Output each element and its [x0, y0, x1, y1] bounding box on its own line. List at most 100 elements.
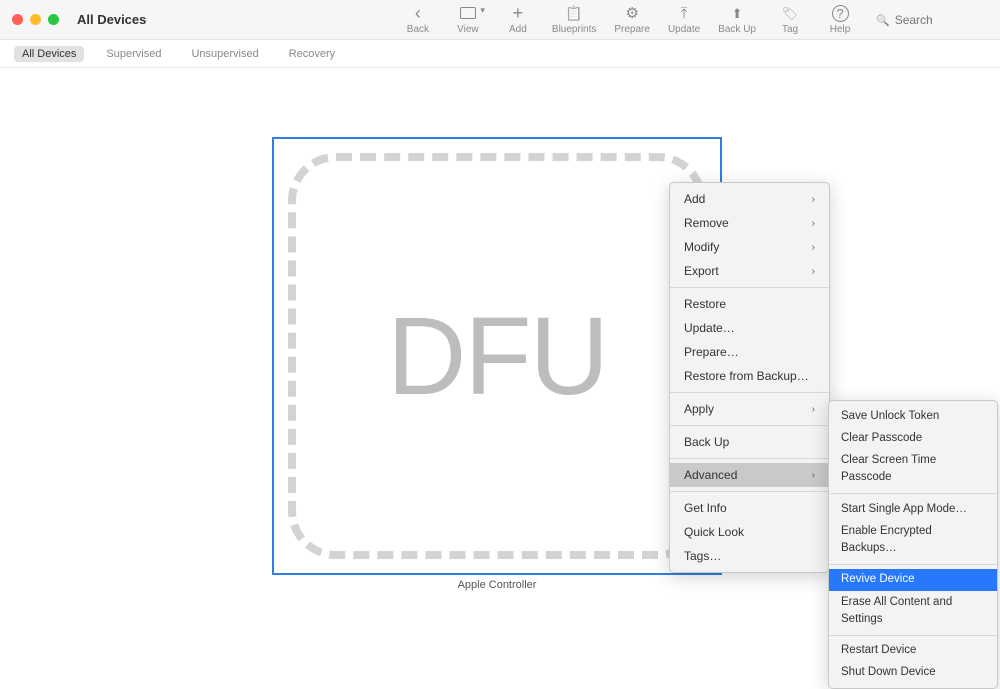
menu-get-info[interactable]: Get Info: [670, 496, 829, 520]
submenu-save-unlock-label: Save Unlock Token: [841, 408, 939, 425]
menu-restore-backup-label: Restore from Backup…: [684, 367, 809, 385]
view-label: View: [457, 24, 479, 35]
submenu-single-app[interactable]: Start Single App Mode…: [829, 498, 997, 520]
backup-button[interactable]: Back Up: [712, 3, 762, 37]
menu-remove-label: Remove: [684, 214, 729, 232]
update-label: Update: [668, 24, 700, 35]
menu-separator: [829, 635, 997, 636]
titlebar: All Devices Back View Add Blueprints Pre…: [0, 0, 1000, 40]
minimize-window-button[interactable]: [30, 14, 41, 25]
advanced-submenu: Save Unlock Token Clear Passcode Clear S…: [828, 400, 998, 689]
menu-restore-label: Restore: [684, 295, 726, 313]
search-icon: [876, 13, 890, 27]
prepare-label: Prepare: [614, 24, 650, 35]
back-label: Back: [407, 24, 429, 35]
submenu-erase-all[interactable]: Erase All Content and Settings: [829, 591, 997, 631]
window-title: All Devices: [77, 12, 146, 27]
menu-get-info-label: Get Info: [684, 499, 727, 517]
view-icon: [460, 5, 476, 22]
chevron-right-icon: ›: [812, 264, 815, 279]
add-label: Add: [509, 24, 527, 35]
search-box[interactable]: [868, 11, 978, 29]
menu-update[interactable]: Update…: [670, 316, 829, 340]
search-input[interactable]: [895, 13, 965, 27]
submenu-clear-passcode-label: Clear Passcode: [841, 430, 922, 447]
menu-apply[interactable]: Apply ›: [670, 397, 829, 421]
submenu-single-app-label: Start Single App Mode…: [841, 501, 967, 518]
menu-backup[interactable]: Back Up: [670, 430, 829, 454]
menu-export[interactable]: Export ›: [670, 259, 829, 283]
menu-add[interactable]: Add ›: [670, 187, 829, 211]
submenu-restart[interactable]: Restart Device: [829, 640, 997, 662]
menu-tags[interactable]: Tags…: [670, 544, 829, 568]
filter-all-devices[interactable]: All Devices: [14, 46, 84, 62]
menu-separator: [829, 493, 997, 494]
update-button[interactable]: Update: [662, 3, 706, 37]
view-button[interactable]: View: [446, 3, 490, 37]
close-window-button[interactable]: [12, 14, 23, 25]
back-button[interactable]: Back: [396, 3, 440, 37]
filter-bar: All Devices Supervised Unsupervised Reco…: [0, 40, 1000, 68]
filter-recovery[interactable]: Recovery: [281, 46, 343, 62]
chevron-right-icon: ›: [812, 240, 815, 255]
submenu-clear-screen-time[interactable]: Clear Screen Time Passcode: [829, 450, 997, 490]
tag-button[interactable]: Tag: [768, 3, 812, 37]
submenu-revive-device[interactable]: Revive Device: [829, 569, 997, 591]
blueprints-button[interactable]: Blueprints: [546, 3, 602, 37]
menu-separator: [670, 458, 829, 459]
submenu-shutdown-label: Shut Down Device: [841, 664, 936, 681]
help-button[interactable]: Help: [818, 3, 862, 37]
submenu-save-unlock[interactable]: Save Unlock Token: [829, 405, 997, 427]
menu-apply-label: Apply: [684, 400, 714, 418]
maximize-window-button[interactable]: [48, 14, 59, 25]
menu-separator: [670, 425, 829, 426]
menu-quick-look-label: Quick Look: [684, 523, 744, 541]
device-placeholder: DFU: [288, 153, 706, 559]
menu-backup-label: Back Up: [684, 433, 729, 451]
prepare-button[interactable]: Prepare: [608, 3, 656, 37]
menu-restore-backup[interactable]: Restore from Backup…: [670, 364, 829, 388]
submenu-erase-label: Erase All Content and Settings: [841, 594, 985, 629]
menu-update-label: Update…: [684, 319, 735, 337]
traffic-lights: [12, 14, 59, 25]
help-label: Help: [830, 24, 851, 35]
chevron-right-icon: ›: [812, 402, 815, 417]
backup-icon: [732, 5, 743, 22]
chevron-right-icon: ›: [812, 216, 815, 231]
add-button[interactable]: Add: [496, 3, 540, 37]
menu-separator: [670, 491, 829, 492]
menu-tags-label: Tags…: [684, 547, 721, 565]
device-box[interactable]: DFU: [272, 137, 722, 575]
update-icon: [681, 5, 688, 22]
device-mode-text: DFU: [387, 293, 607, 420]
menu-quick-look[interactable]: Quick Look: [670, 520, 829, 544]
menu-restore[interactable]: Restore: [670, 292, 829, 316]
menu-modify-label: Modify: [684, 238, 719, 256]
filter-unsupervised[interactable]: Unsupervised: [183, 46, 266, 62]
filter-supervised[interactable]: Supervised: [98, 46, 169, 62]
toolbar: Back View Add Blueprints Prepare Update …: [396, 3, 978, 37]
submenu-shutdown[interactable]: Shut Down Device: [829, 662, 997, 684]
backup-label: Back Up: [718, 24, 756, 35]
menu-prepare[interactable]: Prepare…: [670, 340, 829, 364]
device-card[interactable]: DFU Apple Controller: [272, 137, 722, 591]
submenu-restart-label: Restart Device: [841, 642, 916, 659]
menu-separator: [670, 392, 829, 393]
menu-advanced-label: Advanced: [684, 466, 737, 484]
menu-separator: [670, 287, 829, 288]
menu-remove[interactable]: Remove ›: [670, 211, 829, 235]
menu-add-label: Add: [684, 190, 705, 208]
menu-modify[interactable]: Modify ›: [670, 235, 829, 259]
submenu-clear-screen-time-label: Clear Screen Time Passcode: [841, 452, 985, 487]
submenu-clear-passcode[interactable]: Clear Passcode: [829, 427, 997, 449]
blueprint-icon: [565, 5, 582, 22]
chevron-left-icon: [415, 5, 421, 22]
tag-label: Tag: [782, 24, 798, 35]
menu-separator: [829, 564, 997, 565]
menu-advanced[interactable]: Advanced ›: [670, 463, 829, 487]
submenu-encrypted-backups-label: Enable Encrypted Backups…: [841, 523, 985, 558]
blueprints-label: Blueprints: [552, 24, 596, 35]
chevron-right-icon: ›: [812, 192, 815, 207]
submenu-encrypted-backups[interactable]: Enable Encrypted Backups…: [829, 520, 997, 560]
gear-icon: [625, 5, 638, 22]
